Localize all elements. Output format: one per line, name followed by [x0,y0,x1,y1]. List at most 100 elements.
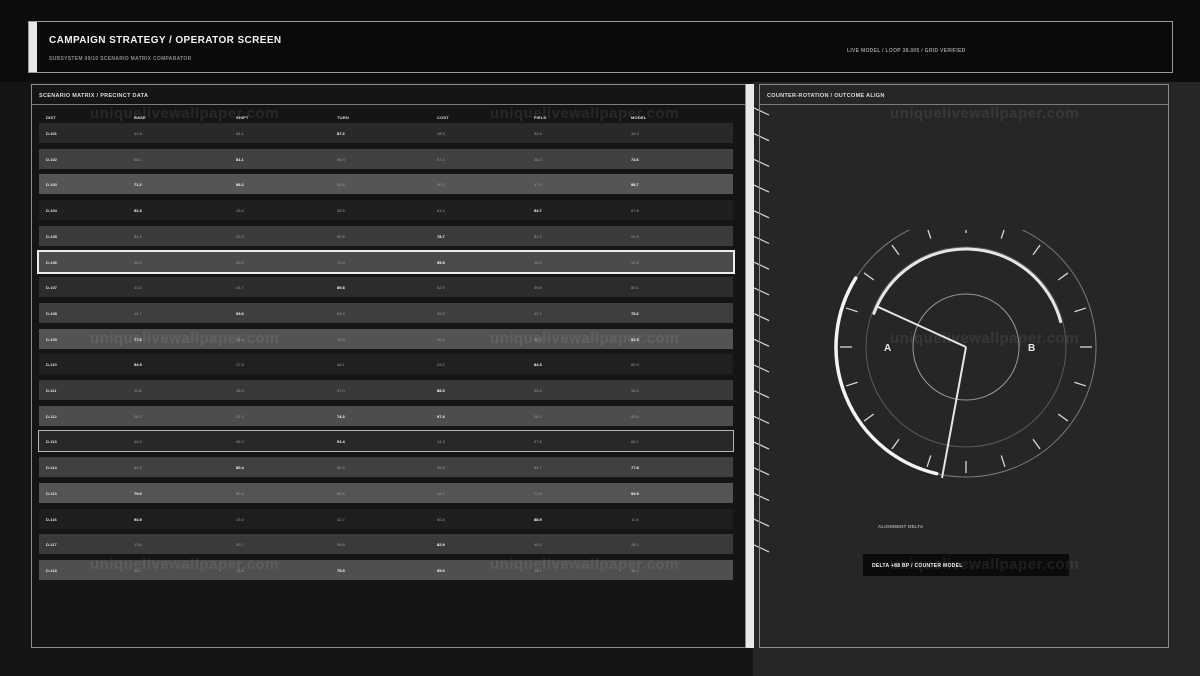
table-row[interactable]: D-102 58.1 81.1 94.3 57.4 28.3 73.6 [39,148,733,169]
matrix-panel-title: SCENARIO MATRIX / PRECINCT DATA [39,93,149,99]
dial-tick [926,455,932,468]
row-id-cell: D-106 [46,259,57,265]
table-cell: 78.7 [437,233,445,239]
table-cell: 11.8 [631,516,639,522]
table-cell: 52.9 [437,285,445,291]
table-cell: 18.3 [437,131,445,136]
table-cell: 61.4 [437,208,445,214]
table-cell: 34.3 [631,131,639,136]
table-cell: 20.4 [337,182,345,188]
alignment-delta-label: ALIGNMENT DELTA [878,524,924,529]
table-cell: 94.9 [134,362,142,368]
table-cell: 18.0 [534,259,542,265]
page-title: CAMPAIGN STRATEGY / OPERATOR SCREEN [49,35,282,46]
table-cell: 29.8 [437,310,445,316]
table-row[interactable]: D-101 41.8 44.1 87.2 18.3 33.4 34.3 [39,123,733,143]
dial-tick [1000,230,1005,239]
table-cell: 30.7 [236,542,244,548]
table-row[interactable]: D-103 71.2 98.2 20.4 90.3 47.6 98.7 [39,174,733,195]
table-cell: 84.3 [134,233,142,239]
watermark: uniquelivewallpaper.com [890,105,1080,122]
dial-tick [1032,244,1041,256]
table-row[interactable]: D-106 26.0 49.6 72.3 95.5 18.0 32.8 [37,249,735,274]
table-cell: 22.5 [236,233,244,239]
table-cell: 39.8 [534,285,542,291]
table-cell: 64.3 [134,465,142,471]
table-cell: 40.0 [534,542,542,548]
watermark: uniquelivewallpaper.com [890,556,1080,573]
table-cell: 43.6 [134,285,142,291]
dial-tick [1032,438,1041,450]
table-row[interactable]: D-115 79.6 80.5 59.6 48.7 71.8 94.9 [39,482,733,503]
row-id-cell: D-109 [46,336,57,342]
table-cell: 42.7 [337,516,345,522]
alignment-arc-upper [872,247,1063,324]
row-id-cell: D-105 [46,233,57,239]
row-id-cell: D-107 [46,285,57,291]
page-subtitle: SUBSYSTEM 09/10 SCENARIO MATRIX COMPARAT… [49,56,192,62]
table-cell: 94.7 [534,208,542,214]
dial-tick [927,230,932,239]
table-cell: 19.4 [236,516,244,522]
table-cell: 28.1 [534,413,542,419]
rotation-dial: A B [834,230,1097,479]
table-cell: 94.9 [631,490,639,496]
table-cell: 54.7 [534,465,542,471]
table-cell: 59.8 [337,542,345,548]
column-header[interactable]: TURN [337,115,349,120]
table-cell: 72.3 [337,259,345,265]
table-cell: 89.8 [337,285,345,291]
row-id-cell: D-114 [46,465,57,471]
table-cell: 49.6 [236,259,244,265]
row-id-cell: D-110 [46,362,57,368]
table-cell: 98.2 [236,182,244,188]
column-header[interactable]: COST [437,115,449,120]
table-cell: 11.8 [134,388,142,393]
table-cell: 42.1 [534,310,542,316]
table-cell: 89.5 [337,465,345,471]
dial-tick [1057,413,1069,422]
table-cell: 34.5 [631,388,639,393]
table-cell: 74.3 [337,413,345,419]
table-cell: 77.8 [631,465,639,471]
table-cell: 99.0 [437,567,445,573]
table-row[interactable]: D-104 92.3 15.4 28.5 61.4 94.7 87.8 [39,200,733,221]
table-cell: 28.3 [534,156,542,162]
table-row[interactable]: D-110 94.9 17.8 48.1 43.2 84.3 89.4 [39,354,733,375]
table-row[interactable]: D-116 94.5 19.4 42.7 60.8 88.9 11.8 [39,508,733,529]
table-row[interactable]: D-114 64.3 80.4 89.5 35.6 54.7 77.8 [39,457,733,478]
watermark: uniquelivewallpaper.com [490,105,680,122]
table-cell: 75.9 [337,567,345,573]
table-cell: 15.4 [236,208,244,214]
watermark: uniquelivewallpaper.com [490,330,680,347]
row-id-cell: D-116 [46,516,57,522]
table-row[interactable]: D-112 28.2 31.2 74.3 97.4 28.1 43.6 [39,405,733,426]
table-cell: 90.3 [437,182,445,188]
table-cell: 48.1 [337,362,345,368]
watermark: uniquelivewallpaper.com [890,330,1080,347]
row-id-cell: D-104 [46,208,57,214]
watermark: uniquelivewallpaper.com [90,105,280,122]
table-cell: 80.4 [236,465,244,471]
table-cell: 71.2 [134,182,142,188]
table-cell: 35.4 [534,388,542,393]
table-cell: 93.6 [236,310,244,316]
table-cell: 43.2 [437,362,445,368]
table-row[interactable]: D-117 13.6 30.7 59.8 82.9 40.0 28.1 [39,534,733,555]
table-cell: 13.6 [134,542,142,548]
table-row[interactable]: D-111 11.8 18.5 37.0 88.3 35.4 34.5 [39,380,733,400]
table-cell: 50.6 [337,233,345,239]
table-cell: 28.2 [134,413,142,419]
column-header[interactable]: DIST [46,115,56,120]
table-row[interactable]: D-105 84.3 22.5 50.6 78.7 81.0 24.9 [39,225,733,246]
table-cell: 91.4 [337,439,345,445]
table-row[interactable]: D-113 49.2 46.3 91.4 14.3 37.6 68.7 [38,430,734,453]
dial-tick [845,307,858,313]
header-bar: CAMPAIGN STRATEGY / OPERATOR SCREEN SUBS… [28,21,1173,73]
table-row[interactable]: D-108 14.7 93.6 64.5 29.8 42.1 75.2 [39,302,733,323]
table-cell: 95.5 [437,259,445,265]
row-id-cell: D-103 [46,182,57,188]
table-row[interactable]: D-107 43.6 44.7 89.8 52.9 39.8 80.1 [39,277,733,298]
table-cell: 28.1 [631,542,639,548]
dial-tick [891,244,900,256]
